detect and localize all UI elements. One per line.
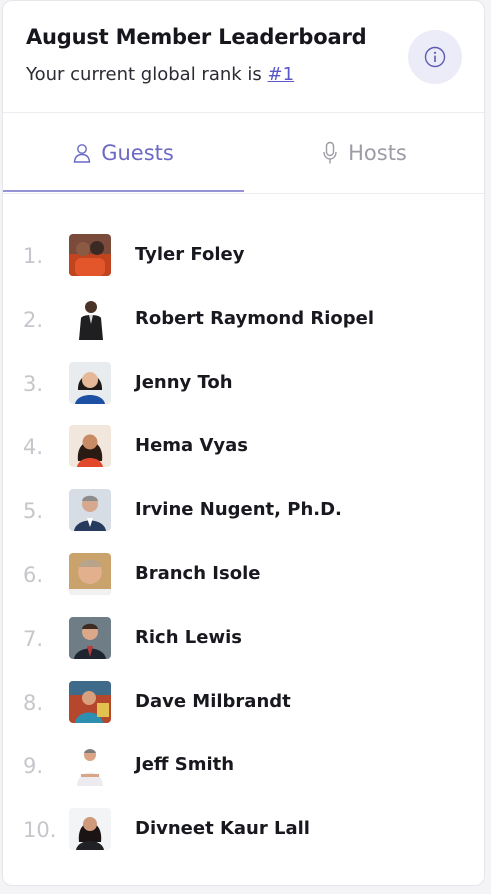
member-name: Jenny Toh <box>135 371 233 393</box>
leaderboard-list: 1. Tyler Foley 2. Robert Raymond Riopel … <box>3 194 484 872</box>
avatar <box>69 552 111 595</box>
avatar <box>69 616 111 659</box>
list-item[interactable]: 3. Jenny Toh <box>3 361 484 426</box>
active-tab-indicator <box>3 190 244 192</box>
rank-subtitle: Your current global rank is #1 <box>26 64 294 85</box>
list-item[interactable]: 7. Rich Lewis <box>3 616 484 681</box>
info-button[interactable] <box>408 30 462 84</box>
rank-number: 9. <box>23 754 44 779</box>
member-name: Robert Raymond Riopel <box>135 307 375 329</box>
member-name: Hema Vyas <box>135 435 248 457</box>
list-item[interactable]: 5. Irvine Nugent, Ph.D. <box>3 489 484 553</box>
list-item[interactable]: 6. Branch Isole <box>3 552 484 617</box>
avatar <box>69 744 111 787</box>
rank-number: 8. <box>23 690 44 715</box>
microphone-icon <box>323 141 337 164</box>
leaderboard-header: August Member Leaderboard Your current g… <box>3 1 484 113</box>
rank-number: 2. <box>23 307 44 332</box>
member-name: Rich Lewis <box>135 626 242 648</box>
list-item[interactable]: 4. Hema Vyas <box>3 425 484 489</box>
rank-number: 5. <box>23 499 44 524</box>
member-name: Dave Milbrandt <box>135 690 291 712</box>
list-item[interactable]: 8. Dave Milbrandt <box>3 680 484 745</box>
rank-number: 6. <box>23 562 44 587</box>
leaderboard-card: August Member Leaderboard Your current g… <box>2 0 485 886</box>
avatar <box>69 361 111 404</box>
member-name: Irvine Nugent, Ph.D. <box>135 499 342 521</box>
rank-number: 7. <box>23 626 44 651</box>
avatar <box>69 808 111 851</box>
tab-hosts-label: Hosts <box>348 141 407 165</box>
member-name: Divneet Kaur Lall <box>135 818 310 840</box>
tab-guests[interactable]: Guests <box>3 113 244 193</box>
member-name: Branch Isole <box>135 562 261 584</box>
list-item[interactable]: 2. Robert Raymond Riopel <box>3 297 484 362</box>
avatar <box>69 489 111 532</box>
avatar <box>69 234 111 276</box>
avatar <box>69 297 111 340</box>
member-name: Jeff Smith <box>135 754 235 776</box>
rank-number: 1. <box>23 244 44 268</box>
rank-subtitle-text: Your current global rank is <box>26 64 268 85</box>
user-icon <box>73 144 91 163</box>
rank-number: 10. <box>23 818 57 843</box>
rank-number: 4. <box>23 435 44 460</box>
page-title: August Member Leaderboard <box>26 25 367 49</box>
tab-hosts[interactable]: Hosts <box>244 113 484 193</box>
avatar <box>69 425 111 468</box>
list-item[interactable]: 9. Jeff Smith <box>3 744 484 808</box>
avatar <box>69 680 111 723</box>
list-item[interactable]: 10. Divneet Kaur Lall <box>3 808 484 872</box>
member-name: Tyler Foley <box>135 244 245 265</box>
rank-link[interactable]: #1 <box>268 64 295 85</box>
rank-number: 3. <box>23 371 44 396</box>
tab-bar: Guests Hosts <box>3 113 484 194</box>
info-icon <box>424 46 446 68</box>
tab-guests-label: Guests <box>101 141 174 165</box>
list-item[interactable]: 1. Tyler Foley <box>3 234 484 298</box>
